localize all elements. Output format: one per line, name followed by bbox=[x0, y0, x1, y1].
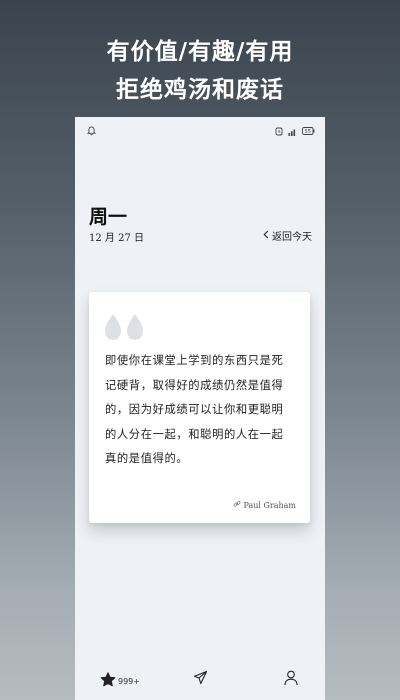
favorites-count: 999+ bbox=[118, 677, 140, 686]
share-button[interactable] bbox=[193, 670, 208, 689]
favorites-button[interactable]: 999+ bbox=[100, 672, 140, 691]
quote-mark-icon bbox=[103, 312, 147, 346]
signal-icon bbox=[288, 121, 297, 140]
bottom-nav: 999+ bbox=[75, 640, 325, 700]
user-icon bbox=[284, 670, 298, 690]
send-icon bbox=[193, 670, 208, 689]
phone-screen: 55 周一 12 月 27 日 返回今天 即使你在课堂上学到的东西只是死记硬背，… bbox=[75, 117, 325, 700]
promo-subheadline: 拒绝鸡汤和废话 bbox=[116, 77, 284, 103]
bell-icon bbox=[86, 121, 97, 140]
alarm-icon bbox=[275, 121, 283, 140]
weekday-title: 周一 bbox=[89, 206, 128, 228]
back-to-today-button[interactable]: 返回今天 bbox=[263, 228, 312, 243]
back-to-today-label: 返回今天 bbox=[272, 232, 312, 243]
link-icon bbox=[233, 500, 241, 510]
quote-author: Paul Graham bbox=[233, 500, 296, 510]
quote-text: 即使你在课堂上学到的东西只是死记硬背，取得好的成绩仍然是值得的，因为好成绩可以让… bbox=[105, 354, 284, 465]
chevron-left-icon bbox=[263, 230, 269, 242]
battery-icon: 55 bbox=[302, 126, 315, 135]
battery-level: 55 bbox=[305, 129, 311, 135]
quote-card: 即使你在课堂上学到的东西只是死记硬背，取得好的成绩仍然是值得的，因为好成绩可以让… bbox=[89, 292, 310, 523]
status-bar: 55 bbox=[75, 117, 325, 137]
profile-button[interactable] bbox=[284, 670, 298, 690]
date-label: 12 月 27 日 bbox=[89, 233, 144, 244]
star-icon bbox=[100, 672, 116, 691]
promo-headline: 有价值/有趣/有用 bbox=[106, 39, 294, 65]
author-name: Paul Graham bbox=[243, 500, 296, 510]
status-icons: 55 bbox=[275, 121, 315, 140]
